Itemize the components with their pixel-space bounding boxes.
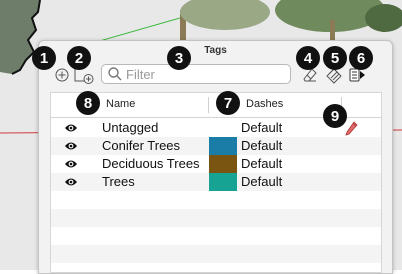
callout-badge-6: 6 [349,46,373,70]
empty-row [51,245,381,263]
tag-row-conifer-trees[interactable]: Conifer Trees Default [51,137,381,155]
tag-row-trees[interactable]: Trees Default [51,173,381,191]
callout-badge-8: 8 [76,91,100,115]
tag-color-swatch[interactable] [209,155,237,173]
callout-badge-3: 3 [167,46,191,70]
tag-name[interactable]: Deciduous Trees [102,156,200,171]
pencil-icon [345,121,358,136]
column-header-name[interactable]: Name [106,98,135,110]
search-field[interactable] [101,64,291,84]
search-input[interactable] [123,66,286,82]
column-separator [208,97,209,113]
tag-color-swatch[interactable] [209,173,237,191]
tag-dashes[interactable]: Default [241,120,282,135]
eye-icon[interactable] [64,140,78,152]
tag-row-deciduous-trees[interactable]: Deciduous Trees Default [51,155,381,173]
tag-color-swatch[interactable] [209,137,237,155]
callout-badge-1: 1 [32,46,56,70]
callout-badge-2: 2 [67,46,91,70]
eye-icon[interactable] [64,176,78,188]
empty-row [51,209,381,227]
add-tag-icon [55,68,69,82]
tag-name[interactable]: Trees [102,174,135,189]
callout-badge-9: 9 [323,104,347,128]
tree-foliage-1 [180,0,270,30]
add-tag-button[interactable] [54,67,70,83]
tag-dashes[interactable]: Default [241,138,282,153]
tag-name[interactable]: Conifer Trees [102,138,180,153]
column-header-dashes[interactable]: Dashes [246,98,283,110]
tag-name[interactable]: Untagged [102,120,158,135]
callout-badge-5: 5 [323,46,347,70]
search-icon [108,67,122,81]
eye-icon[interactable] [64,122,78,134]
empty-row [51,191,381,209]
tags-panel: Tags Filter Name Dashes Untagged Default… [38,40,393,274]
callout-badge-7: 7 [216,91,240,115]
empty-row [51,227,381,245]
eye-icon[interactable] [64,158,78,170]
callout-badge-4: 4 [296,46,320,70]
tag-dashes[interactable]: Default [241,156,282,171]
tag-dashes[interactable]: Default [241,174,282,189]
